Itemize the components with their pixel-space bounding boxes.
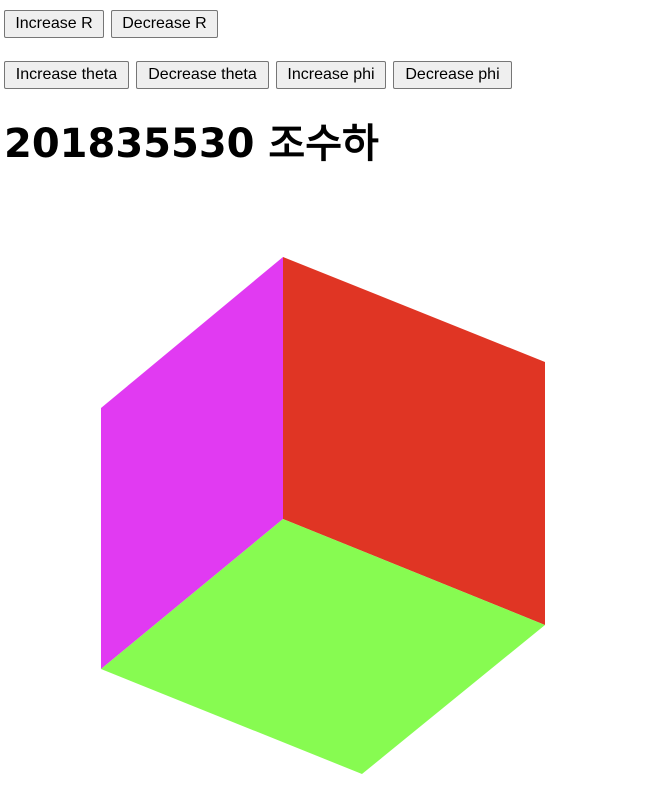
- decrease-phi-button[interactable]: Decrease phi: [393, 61, 512, 89]
- increase-r-button[interactable]: Increase R: [4, 10, 104, 38]
- decrease-theta-button[interactable]: Decrease theta: [136, 61, 269, 89]
- cube-canvas: [101, 257, 545, 774]
- increase-phi-button[interactable]: Increase phi: [276, 61, 386, 89]
- decrease-r-button[interactable]: Decrease R: [111, 10, 218, 38]
- page-title: 201835530 조수하: [4, 121, 379, 167]
- increase-theta-button[interactable]: Increase theta: [4, 61, 129, 89]
